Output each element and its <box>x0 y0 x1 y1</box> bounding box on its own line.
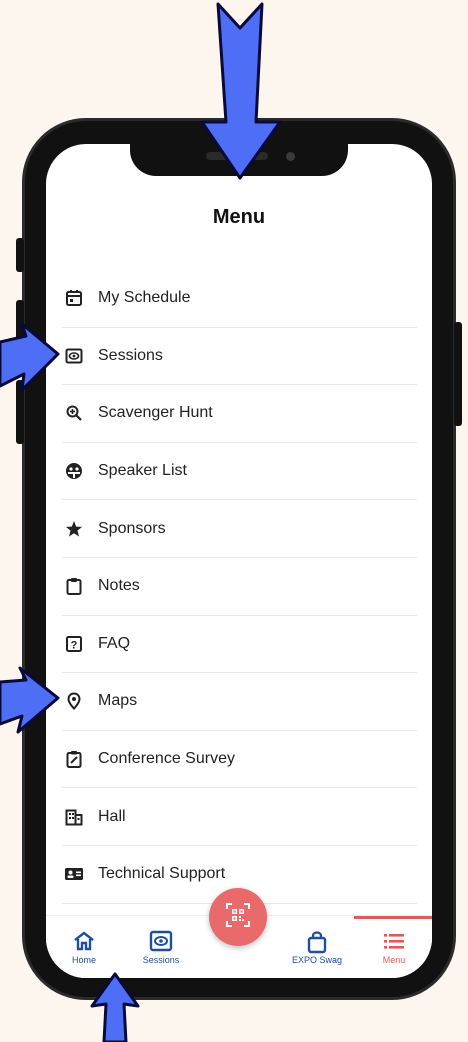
question-icon: ? <box>64 634 84 654</box>
menu-item-maps[interactable]: Maps <box>62 673 417 731</box>
menu-item-faq[interactable]: ? FAQ <box>62 616 417 674</box>
id-card-icon <box>64 864 84 884</box>
building-icon <box>64 807 84 827</box>
home-icon <box>49 930 119 954</box>
side-button-power <box>454 322 462 426</box>
svg-text:?: ? <box>71 639 78 651</box>
side-button-mute <box>16 238 24 272</box>
eye-icon <box>64 346 84 366</box>
arrow-down-icon <box>200 2 282 180</box>
menu-item-label: Conference Survey <box>98 750 235 768</box>
app-screen: Menu My Schedule Sessions Scavenger Hunt… <box>46 144 432 978</box>
menu-item-label: Scavenger Hunt <box>98 404 213 422</box>
menu-item-label: Notes <box>98 577 140 595</box>
menu-item-scavenger-hunt[interactable]: Scavenger Hunt <box>62 385 417 443</box>
menu-item-hall[interactable]: Hall <box>62 788 417 846</box>
menu-item-label: Sessions <box>98 346 163 364</box>
front-camera <box>286 152 295 161</box>
bottom-tab-bar: Home Sessions EXPO Swag Menu <box>46 888 432 978</box>
menu-item-label: My Schedule <box>98 289 191 307</box>
tab-sessions[interactable]: Sessions <box>126 916 196 978</box>
tab-label: Menu <box>382 955 406 965</box>
menu-item-sessions[interactable]: Sessions <box>62 328 417 386</box>
menu-item-my-schedule[interactable]: My Schedule <box>62 270 417 328</box>
menu-item-label: Technical Support <box>98 865 226 883</box>
menu-item-sponsors[interactable]: Sponsors <box>62 500 417 558</box>
arrow-up-icon <box>90 972 140 1042</box>
bag-icon <box>282 930 352 954</box>
menu-list: My Schedule Sessions Scavenger Hunt Spea… <box>62 270 417 904</box>
menu-item-speaker-list[interactable]: Speaker List <box>62 443 417 501</box>
star-icon <box>64 519 84 539</box>
list-icon <box>359 930 429 954</box>
tab-menu[interactable]: Menu <box>359 916 429 978</box>
menu-item-label: Maps <box>98 692 138 710</box>
clipboard-icon <box>64 576 84 596</box>
menu-item-notes[interactable]: Notes <box>62 558 417 616</box>
arrow-right-icon <box>0 322 60 392</box>
tab-home[interactable]: Home <box>49 916 119 978</box>
calendar-icon <box>64 288 84 308</box>
qr-code-icon <box>225 902 251 933</box>
speaker-face-icon <box>64 461 84 481</box>
tab-label: Sessions <box>142 955 180 965</box>
menu-item-conference-survey[interactable]: Conference Survey <box>62 731 417 789</box>
scan-qr-button[interactable] <box>209 888 267 946</box>
menu-item-label: Sponsors <box>98 519 166 537</box>
arrow-right-icon <box>0 666 60 734</box>
survey-icon <box>64 749 84 769</box>
page-title: Menu <box>212 206 266 228</box>
tab-expo-swag[interactable]: EXPO Swag <box>282 916 352 978</box>
tab-label: Home <box>71 955 96 965</box>
magnify-icon <box>64 403 84 423</box>
menu-item-label: Hall <box>98 807 126 825</box>
tab-label: EXPO Swag <box>291 955 343 965</box>
eye-icon <box>126 930 196 954</box>
menu-item-label: Speaker List <box>98 462 187 480</box>
menu-item-label: FAQ <box>98 634 131 652</box>
map-pin-icon <box>64 691 84 711</box>
